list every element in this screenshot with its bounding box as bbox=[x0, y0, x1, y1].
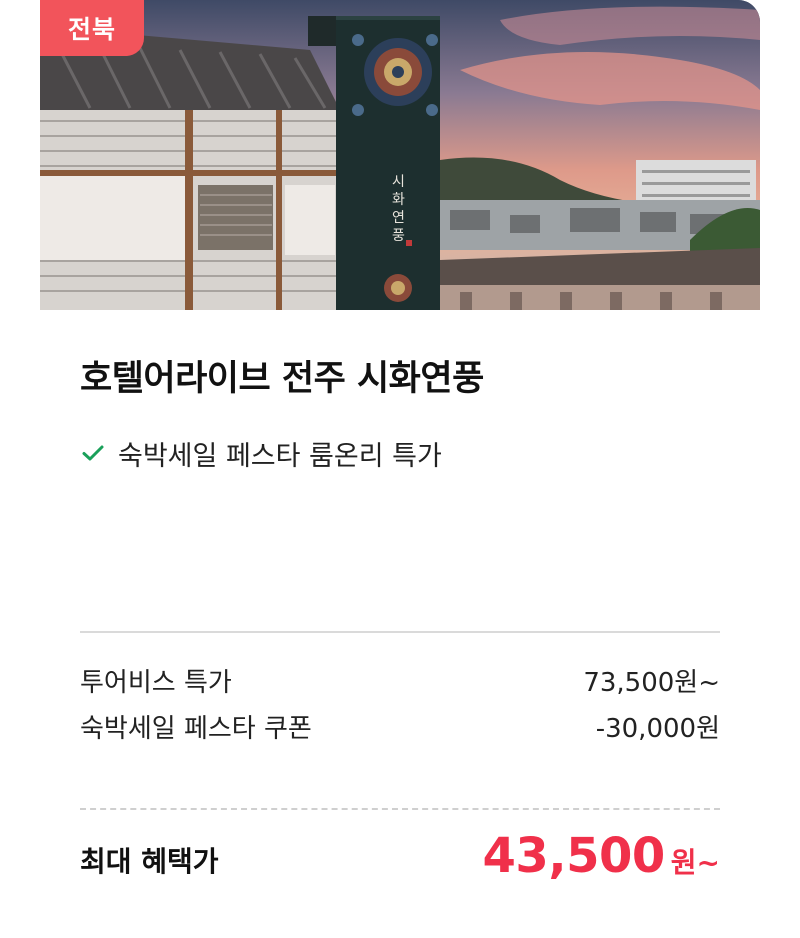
price-row-label: 숙박세일 페스타 쿠폰 bbox=[80, 713, 312, 744]
sign-char-4: 풍 bbox=[392, 228, 405, 244]
hotel-title[interactable]: 호텔어라이브 전주 시화연풍 bbox=[80, 350, 484, 401]
sign-char-2: 화 bbox=[392, 192, 405, 208]
deal-feature-label: 숙박세일 페스타 룸온리 특가 bbox=[118, 440, 442, 472]
price-row-coupon: 숙박세일 페스타 쿠폰 -30,000원 bbox=[80, 706, 720, 746]
total-divider bbox=[80, 808, 720, 810]
price-row-value: 73,500원~ bbox=[583, 667, 720, 698]
final-price: 43,500 원~ bbox=[483, 828, 720, 892]
final-price-amount: 43,500 bbox=[482, 828, 666, 884]
region-badge: 전북 bbox=[40, 0, 144, 56]
hotel-photo[interactable]: 시 화 연 풍 전북 bbox=[40, 0, 760, 310]
price-row-label: 투어비스 특가 bbox=[80, 667, 232, 698]
price-row-value: -30,000원 bbox=[595, 713, 720, 744]
final-price-label: 최대 혜택가 bbox=[80, 845, 219, 878]
price-row-special: 투어비스 특가 73,500원~ bbox=[80, 660, 720, 700]
final-price-unit: 원~ bbox=[670, 846, 720, 879]
sign-char-1: 시 bbox=[392, 174, 405, 190]
deal-feature: 숙박세일 페스타 룸온리 특가 bbox=[80, 433, 442, 473]
hotel-photo-illustration: 시 화 연 풍 bbox=[40, 0, 760, 310]
sign-char-3: 연 bbox=[392, 210, 405, 226]
price-divider bbox=[80, 631, 720, 633]
check-icon bbox=[82, 445, 104, 461]
hotel-deal-card[interactable]: 시 화 연 풍 전북 호텔어라이브 전주 시화연풍 숙박세일 페스타 룸온리 특… bbox=[40, 0, 760, 938]
